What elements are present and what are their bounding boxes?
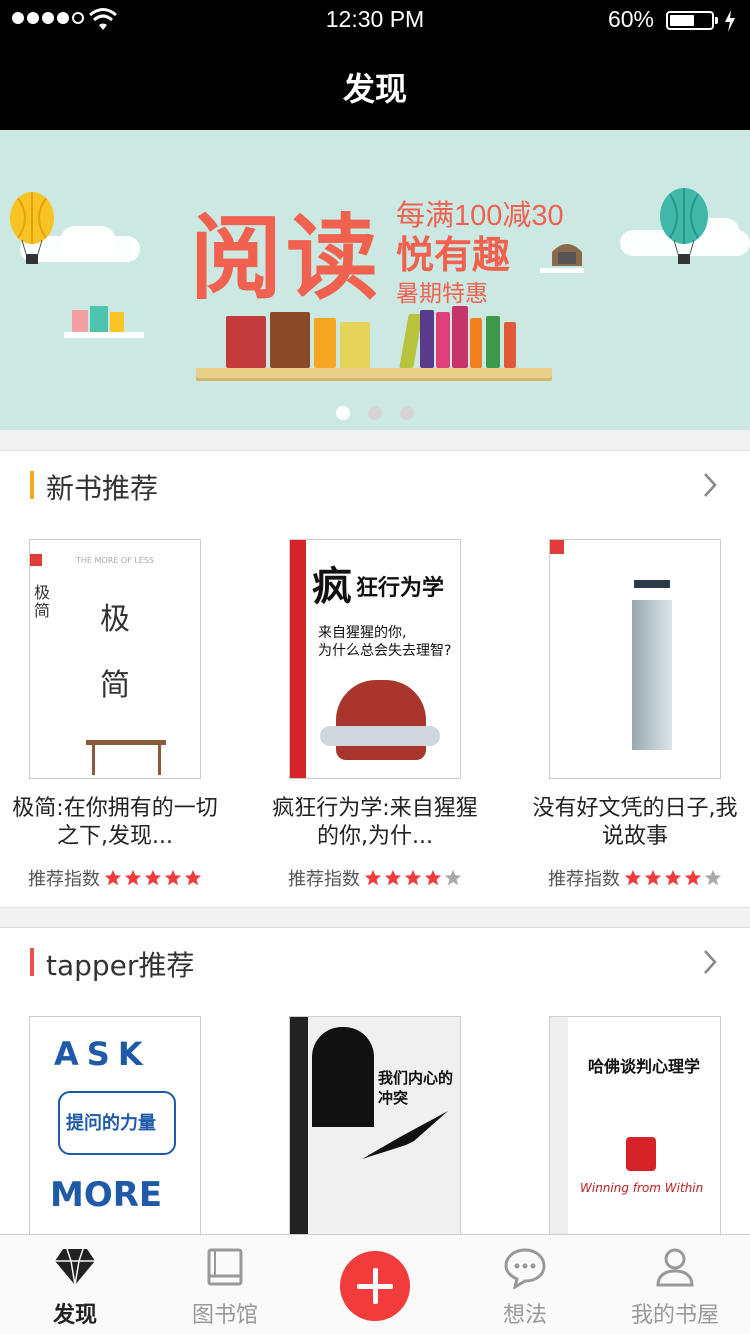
banner-page-indicator[interactable] [0, 406, 750, 420]
book-decoration [470, 318, 482, 368]
banner-dot[interactable] [368, 406, 382, 420]
star-filled-icon [144, 869, 162, 886]
book-decoration [340, 322, 370, 368]
book-title: 没有好文凭的日子,我说故事 [532, 796, 738, 849]
block-decoration [90, 306, 108, 332]
nav-bar: 发现 [0, 40, 750, 130]
shelf-decoration [64, 332, 144, 338]
balloon-icon [660, 188, 708, 264]
star-filled-icon [664, 869, 682, 886]
book-decoration [226, 316, 266, 368]
book-decoration [436, 312, 450, 368]
star-filled-icon [384, 869, 402, 886]
star-rating [104, 869, 202, 887]
book-rating: 推荐指数 [260, 865, 490, 891]
section-tapper-picks: tapper推荐 ASK 提问的力量 MORE 我们内心的 冲突 哈佛谈判心理学… [0, 927, 750, 1257]
tab-label: 我的书屋 [630, 1303, 719, 1328]
banner-headline: 阅读 [190, 204, 383, 312]
book-decoration [486, 316, 500, 368]
chevron-right-icon[interactable] [702, 471, 718, 499]
banner-dot[interactable] [400, 406, 414, 420]
chevron-right-icon[interactable] [702, 948, 718, 976]
banner-tagline: 悦有趣 [396, 233, 511, 277]
star-filled-icon [364, 869, 382, 886]
star-filled-icon [164, 869, 182, 886]
banner-subtitle: 暑期特惠 [396, 281, 488, 307]
star-filled-icon [104, 869, 122, 886]
tab-my-bookshelf[interactable]: 我的书屋 [600, 1235, 750, 1334]
diamond-icon [55, 1248, 95, 1286]
star-filled-icon [644, 869, 662, 886]
section-title: tapper推荐 [46, 949, 195, 982]
battery-percent: 60% [607, 6, 654, 32]
rating-label: 推荐指数 [548, 869, 620, 890]
block-decoration [110, 312, 124, 332]
chat-bubble-icon [504, 1248, 546, 1289]
book-decoration [452, 306, 468, 368]
book-rating: 推荐指数 [0, 865, 230, 891]
book-decoration [270, 312, 310, 368]
star-filled-icon [124, 869, 142, 886]
section-new-books: 新书推荐 THE MORE OF LESS 极简 极 简 极简:在你拥有的一切之… [0, 450, 750, 908]
tab-label: 图书馆 [191, 1303, 258, 1328]
bookshelf-decoration [196, 368, 552, 378]
star-rating [364, 869, 462, 887]
book-cover[interactable]: 哈佛谈判心理学 Winning from Within [549, 1016, 721, 1256]
star-filled-icon [424, 869, 442, 886]
star-empty-icon [444, 869, 462, 886]
cloud-decoration [60, 226, 116, 256]
tab-thoughts[interactable]: 想法 [450, 1235, 600, 1334]
book-rating: 推荐指数 [520, 865, 750, 891]
star-rating [624, 869, 722, 887]
page-title: 发现 [342, 70, 407, 108]
rating-label: 推荐指数 [288, 869, 360, 890]
book-decoration [314, 318, 336, 368]
section-header[interactable]: 新书推荐 [0, 451, 750, 521]
book-decoration [420, 310, 434, 368]
star-filled-icon [624, 869, 642, 886]
add-button[interactable] [340, 1251, 410, 1321]
battery-icon [666, 11, 718, 30]
shelf-decoration [540, 268, 584, 273]
section-header[interactable]: tapper推荐 [0, 928, 750, 998]
tab-label: 发现 [52, 1303, 97, 1328]
book-cover[interactable]: ASK 提问的力量 MORE [29, 1016, 201, 1256]
charging-icon [725, 10, 735, 32]
radio-decoration [552, 244, 582, 266]
star-filled-icon [184, 869, 202, 886]
block-decoration [72, 310, 88, 332]
book-card[interactable]: 疯 狂行为学 来自猩猩的你, 为什么总会失去理智? 疯狂行为学:来自猩猩的你,为… [260, 539, 490, 891]
section-title: 新书推荐 [46, 472, 159, 505]
book-card[interactable]: 我们内心的 冲突 [260, 1016, 490, 1256]
book-card[interactable]: 没有好文凭的 我说故事 没有好文凭的日子,我说故事 推荐指数 [520, 539, 750, 891]
book-cover[interactable]: 疯 狂行为学 来自猩猩的你, 为什么总会失去理智? [289, 539, 461, 779]
rating-label: 推荐指数 [28, 869, 100, 890]
book-icon [207, 1248, 243, 1286]
tab-label: 想法 [502, 1303, 547, 1328]
book-decoration [504, 322, 516, 368]
section-accent-bar [30, 471, 34, 499]
star-filled-icon [404, 869, 422, 886]
promo-banner[interactable]: 阅读 每满100减30 悦有趣 暑期特惠 [0, 130, 750, 430]
star-empty-icon [704, 869, 722, 886]
balloon-icon [10, 192, 54, 264]
person-icon [656, 1248, 694, 1287]
tab-bar: 发现 图书馆 想法 我的书屋 [0, 1234, 750, 1334]
star-filled-icon [684, 869, 702, 886]
book-card[interactable]: 哈佛谈判心理学 Winning from Within [520, 1016, 750, 1256]
book-card[interactable]: THE MORE OF LESS 极简 极 简 极简:在你拥有的一切之下,发现.… [0, 539, 230, 891]
book-title: 疯狂行为学:来自猩猩的你,为什... [272, 796, 478, 849]
tab-discover[interactable]: 发现 [0, 1235, 150, 1334]
book-card[interactable]: ASK 提问的力量 MORE [0, 1016, 230, 1256]
book-cover[interactable]: 我们内心的 冲突 [289, 1016, 461, 1256]
book-cover[interactable]: 没有好文凭的 我说故事 [549, 539, 721, 779]
book-title: 极简:在你拥有的一切之下,发现... [12, 796, 218, 849]
section-accent-bar [30, 948, 34, 976]
banner-dot[interactable] [336, 406, 350, 420]
book-cover[interactable]: THE MORE OF LESS 极简 极 简 [29, 539, 201, 779]
tab-library[interactable]: 图书馆 [150, 1235, 300, 1334]
status-bar: 12:30 PM 60% [0, 0, 750, 40]
